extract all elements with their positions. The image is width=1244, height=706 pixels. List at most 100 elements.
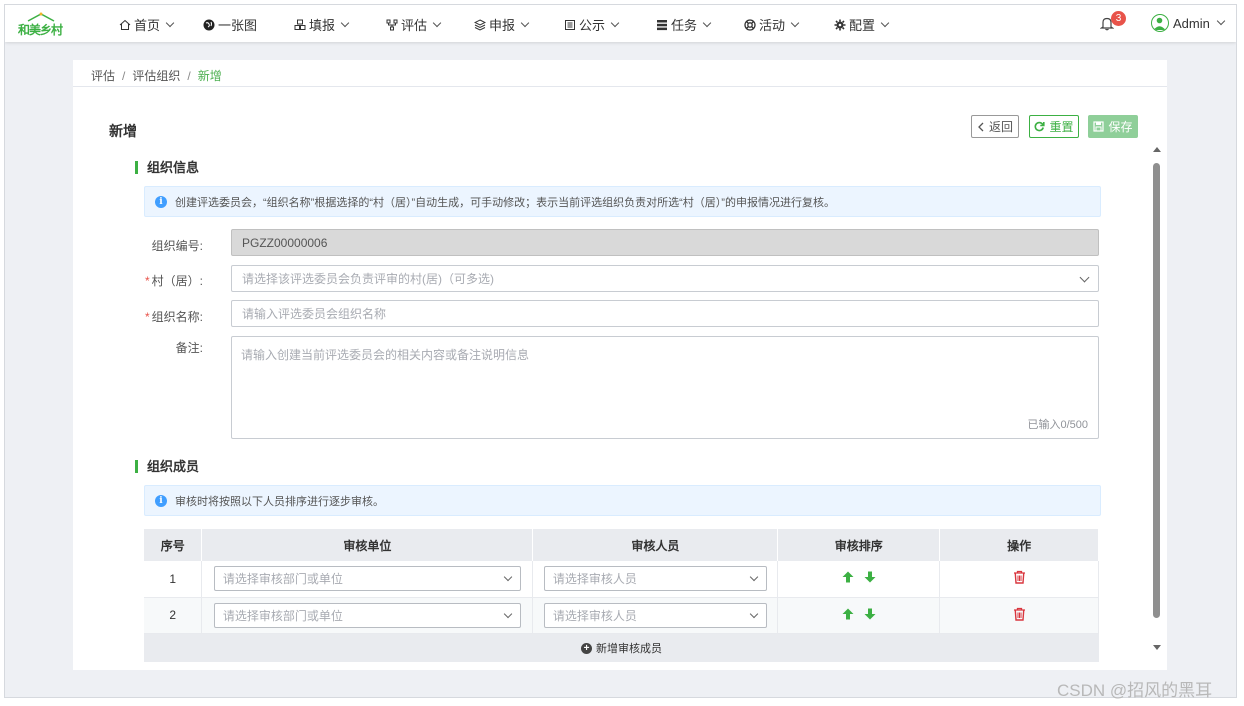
members-notice: i 审核时将按照以下人员排序进行逐步审核。 bbox=[144, 485, 1101, 516]
nav-activity[interactable]: 活动 bbox=[744, 15, 800, 34]
scrollbar-thumb[interactable] bbox=[1153, 163, 1160, 618]
col-header-order: 审核排序 bbox=[777, 529, 941, 561]
person-select[interactable]: 请选择审核人员 bbox=[543, 602, 767, 628]
app-logo[interactable]: 和美乡村 bbox=[18, 12, 68, 37]
save-button-label: 保存 bbox=[1108, 120, 1133, 134]
arrow-up-icon[interactable] bbox=[841, 607, 855, 621]
main-card: 新增 返回 重置 保存 组织信息 i 创建评选委员会，“组织名称”根据选择的“村… bbox=[73, 87, 1167, 670]
watermark: CSDN @招风的黑耳 bbox=[1057, 681, 1213, 700]
org-code-label: 组织编号: bbox=[151, 239, 203, 253]
nav-publicity[interactable]: 公示 bbox=[564, 15, 620, 34]
chevron-down-icon bbox=[1216, 16, 1226, 26]
arrow-up-icon[interactable] bbox=[841, 570, 855, 584]
col-header-action: 操作 bbox=[939, 529, 1099, 561]
avatar bbox=[1151, 14, 1169, 32]
nav-config[interactable]: 配置 bbox=[834, 15, 890, 34]
breadcrumb-item-org[interactable]: 评估组织 bbox=[132, 69, 180, 83]
chevron-down-icon bbox=[520, 18, 530, 27]
nav-config-label: 配置 bbox=[849, 18, 876, 33]
nav-assess[interactable]: 评估 bbox=[386, 15, 442, 34]
reset-button-label: 重置 bbox=[1049, 120, 1074, 134]
info-icon: i bbox=[155, 494, 167, 507]
col-header-unit: 审核单位 bbox=[201, 529, 534, 561]
nav-assess-label: 评估 bbox=[401, 18, 428, 33]
list-icon bbox=[657, 19, 667, 30]
back-button[interactable]: 返回 bbox=[971, 115, 1019, 138]
nav-home-label: 首页 bbox=[134, 18, 161, 33]
chevron-down-icon bbox=[340, 18, 350, 27]
home-icon bbox=[119, 19, 131, 30]
nav-task-label: 任务 bbox=[671, 18, 698, 33]
chevron-down-icon bbox=[749, 609, 759, 618]
members-notice-text: 审核时将按照以下人员排序进行逐步审核。 bbox=[175, 495, 384, 508]
nav-map-label: 一张图 bbox=[218, 18, 258, 33]
arrow-down-icon[interactable] bbox=[863, 570, 877, 584]
top-navbar: 和美乡村 首页 一张图 填报 评估 申报 公示 任务 活动 配置 3 Admin bbox=[5, 5, 1236, 42]
org-info-notice-text: 创建评选委员会，“组织名称”根据选择的“村（居）”自动生成，可手动修改；表示当前… bbox=[175, 196, 835, 209]
person-select[interactable]: 请选择审核人员 bbox=[543, 566, 767, 592]
chevron-left-icon bbox=[978, 122, 984, 131]
scroll-down-arrow-icon[interactable] bbox=[1153, 645, 1161, 650]
plus-circle-icon: + bbox=[581, 642, 592, 654]
add-member-button[interactable]: + 新增审核成员 bbox=[144, 634, 1099, 662]
boxes-icon bbox=[294, 19, 306, 30]
nav-map[interactable]: 一张图 bbox=[203, 15, 257, 34]
members-section-title: 组织成员 bbox=[135, 460, 199, 473]
save-button[interactable]: 保存 bbox=[1088, 115, 1138, 138]
org-name-label: * 组织名称: bbox=[144, 310, 203, 324]
remark-placeholder: 请输入创建当前评选委员会的相关内容或备注说明信息 bbox=[241, 348, 530, 362]
unit-select[interactable]: 请选择审核部门或单位 bbox=[213, 602, 521, 628]
reset-button[interactable]: 重置 bbox=[1029, 115, 1079, 138]
layers-icon bbox=[474, 18, 486, 31]
members-table: 序号 审核单位 审核人员 审核排序 操作 1 请选择审核部门或单位 请选择审核人… bbox=[144, 529, 1099, 634]
chevron-down-icon bbox=[749, 573, 759, 582]
page-title: 新增 bbox=[109, 123, 137, 139]
back-button-label: 返回 bbox=[988, 120, 1013, 134]
info-icon: i bbox=[155, 195, 167, 208]
row-index: 1 bbox=[144, 561, 203, 598]
add-member-label: 新增审核成员 bbox=[596, 643, 662, 655]
nav-declare[interactable]: 申报 bbox=[474, 15, 530, 34]
trash-icon[interactable] bbox=[1013, 607, 1026, 621]
breadcrumb: 评估 / 评估组织 / 新增 bbox=[73, 60, 1167, 87]
chevron-down-icon bbox=[702, 18, 712, 27]
vertical-scrollbar[interactable] bbox=[1150, 143, 1164, 658]
org-name-placeholder: 请输入评选委员会组织名称 bbox=[242, 307, 387, 321]
chevron-down-icon bbox=[790, 18, 800, 27]
nav-publicity-label: 公示 bbox=[579, 18, 606, 33]
chevron-down-icon bbox=[610, 18, 620, 27]
user-name: Admin bbox=[1173, 15, 1210, 31]
chevron-down-icon bbox=[503, 573, 513, 582]
arrow-down-icon[interactable] bbox=[863, 607, 877, 621]
chevron-down-icon bbox=[880, 18, 890, 27]
village-placeholder: 请选择该评选委员会负责评审的村(居)（可多选) bbox=[242, 272, 494, 286]
user-menu[interactable]: Admin bbox=[1151, 14, 1226, 32]
unit-select[interactable]: 请选择审核部门或单位 bbox=[213, 566, 521, 592]
remark-textarea[interactable]: 请输入创建当前评选委员会的相关内容或备注说明信息 已输入0/500 bbox=[231, 336, 1099, 439]
user-icon bbox=[1153, 17, 1166, 30]
floppy-icon bbox=[1093, 121, 1105, 132]
nav-task[interactable]: 任务 bbox=[656, 15, 712, 34]
notification-badge: 3 bbox=[1111, 11, 1126, 26]
lifebuoy-icon bbox=[744, 18, 756, 31]
trash-icon[interactable] bbox=[1013, 570, 1026, 584]
row-index: 2 bbox=[144, 597, 203, 634]
nav-declare-label: 申报 bbox=[489, 18, 516, 33]
remark-counter: 已输入0/500 bbox=[1027, 419, 1088, 431]
chevron-down-icon bbox=[165, 18, 175, 27]
org-name-input[interactable]: 请输入评选委员会组织名称 bbox=[231, 300, 1099, 327]
remark-label: 备注: bbox=[175, 341, 203, 355]
breadcrumb-item-assess[interactable]: 评估 bbox=[91, 69, 115, 83]
breadcrumb-item-current: 新增 bbox=[197, 69, 222, 83]
table-header-row: 序号 审核单位 审核人员 审核排序 操作 bbox=[144, 529, 1099, 561]
col-header-index: 序号 bbox=[144, 529, 203, 561]
village-label: * 村（居）: bbox=[144, 274, 203, 288]
nav-fill[interactable]: 填报 bbox=[294, 15, 350, 34]
nav-home[interactable]: 首页 bbox=[119, 15, 175, 34]
nav-activity-label: 活动 bbox=[759, 18, 786, 33]
app-window: 和美乡村 首页 一张图 填报 评估 申报 公示 任务 活动 配置 3 Admin… bbox=[4, 4, 1237, 698]
chevron-down-icon bbox=[503, 609, 513, 618]
network-icon bbox=[386, 19, 398, 30]
village-select[interactable]: 请选择该评选委员会负责评审的村(居)（可多选) bbox=[231, 265, 1099, 292]
scroll-up-arrow-icon[interactable] bbox=[1153, 147, 1161, 152]
